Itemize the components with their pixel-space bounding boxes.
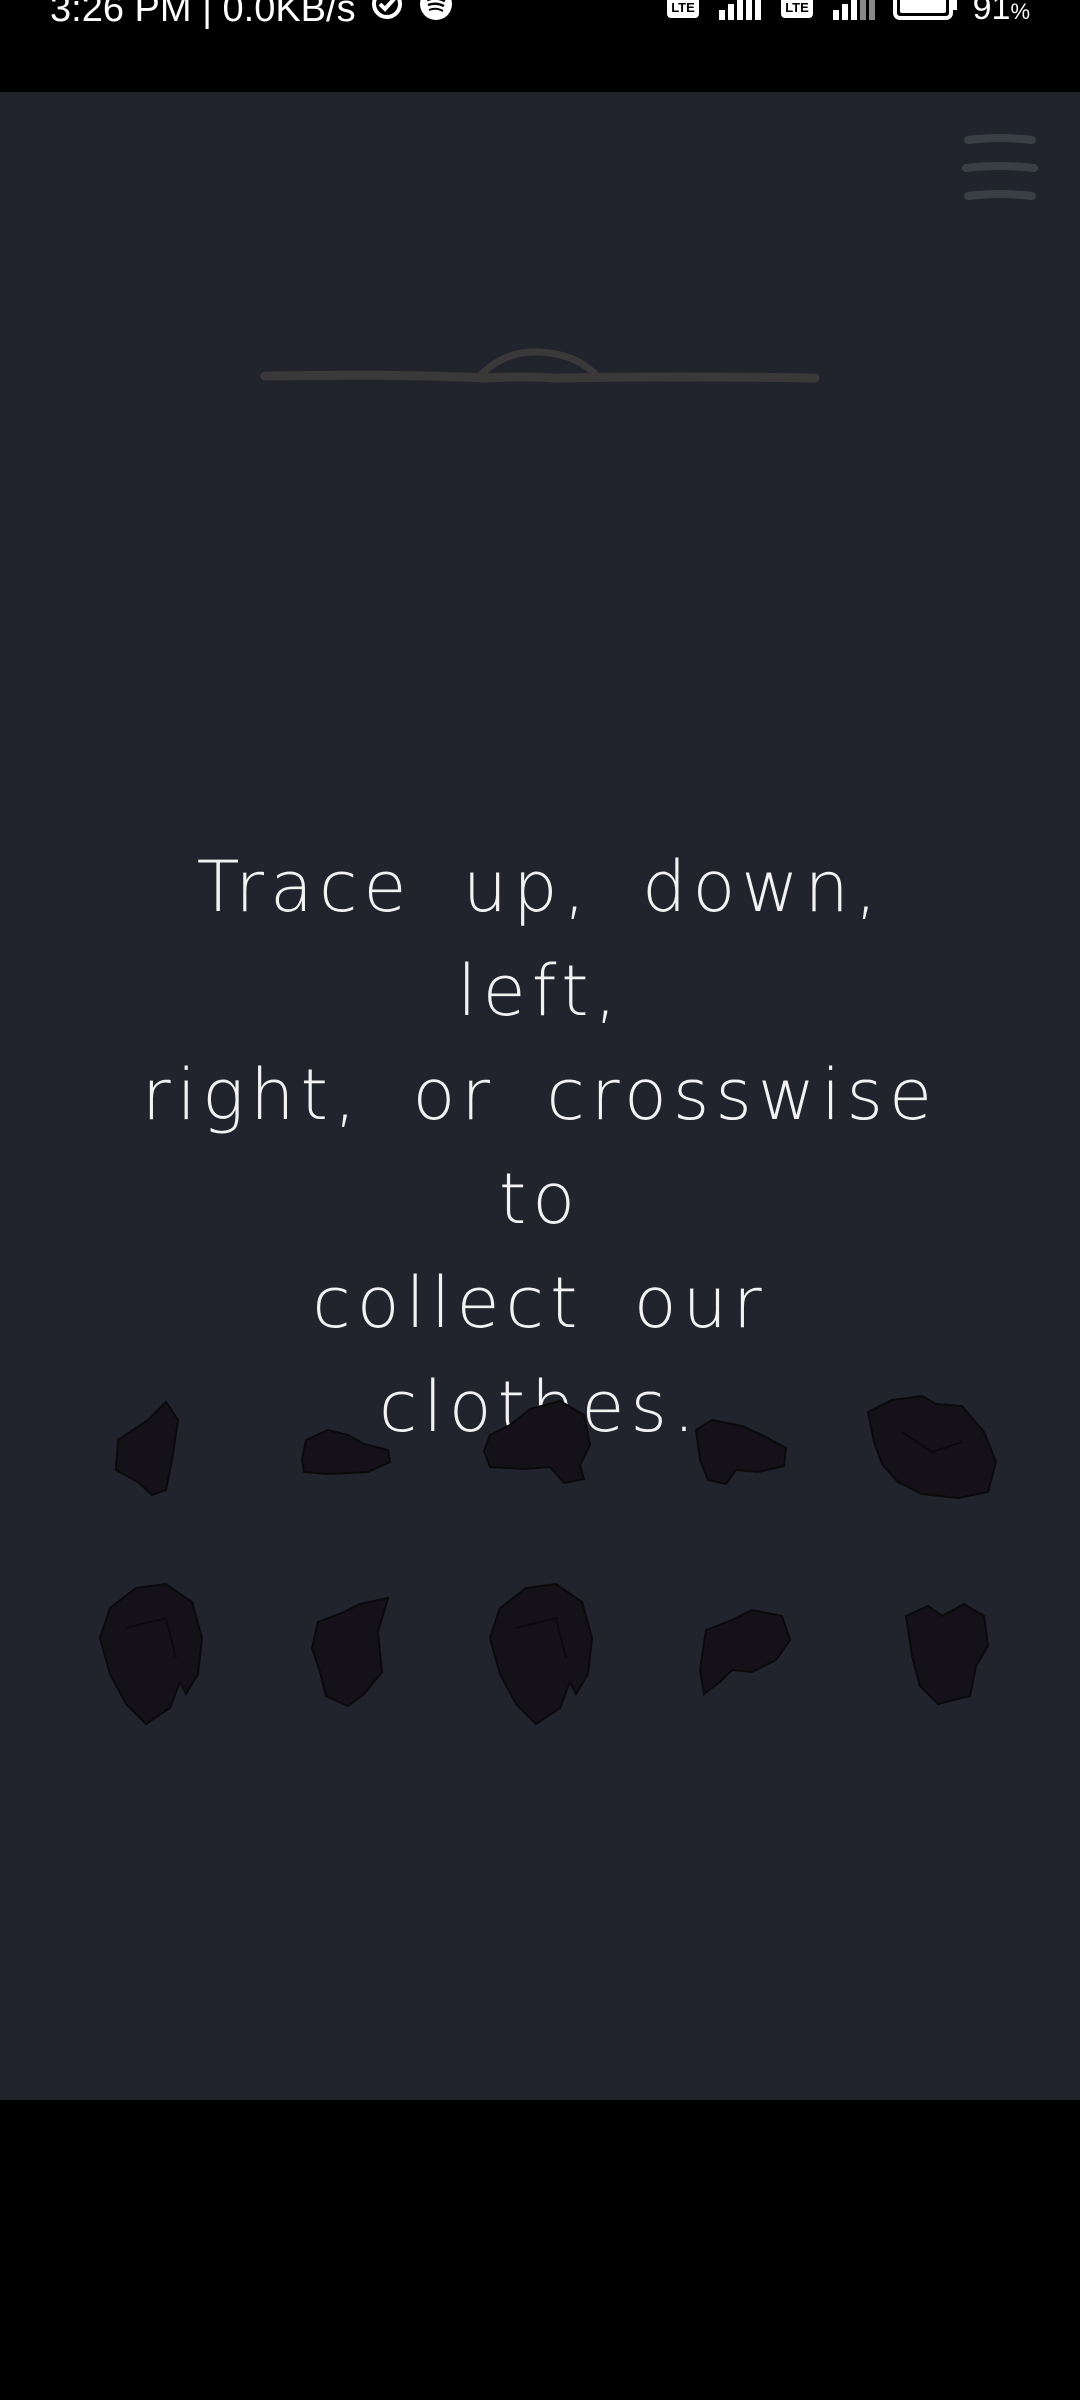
- status-left: 3:26 PM | 0.0KB/s: [50, 0, 454, 32]
- clothing-sock-icon: [694, 1418, 788, 1486]
- signal-strength-icon: [715, 0, 765, 31]
- menu-button[interactable]: [960, 128, 1040, 208]
- clothing-sweater-icon: [482, 1399, 592, 1485]
- clothing-item[interactable]: [862, 1392, 998, 1502]
- hamburger-menu-icon: [962, 134, 1038, 200]
- svg-text:LTE: LTE: [671, 0, 695, 15]
- clothing-shirt-icon: [310, 1596, 390, 1708]
- app-screen: 3:26 PM | 0.0KB/s LTE LTE 91% Trace up, …: [0, 0, 1080, 2400]
- status-bar: 3:26 PM | 0.0KB/s LTE LTE 91%: [0, 0, 1080, 92]
- clothing-pile-icon: [866, 1394, 998, 1500]
- clothing-pants-icon: [698, 1608, 792, 1696]
- lte-icon: LTE: [665, 0, 701, 31]
- clothing-item[interactable]: [298, 1410, 398, 1480]
- battery-icon: [892, 0, 959, 31]
- status-time-speed: 3:26 PM | 0.0KB/s: [50, 0, 356, 30]
- clothing-shirt-icon: [114, 1400, 180, 1497]
- spotify-icon: [418, 0, 454, 32]
- instruction-line: right, or crosswise to: [141, 1054, 939, 1240]
- lte-icon: LTE: [779, 0, 815, 31]
- battery-percent: 91: [972, 0, 1011, 27]
- clothing-item[interactable]: [898, 1596, 992, 1708]
- clothing-item[interactable]: [486, 1578, 598, 1728]
- clothes-grid: [0, 1370, 1080, 1740]
- status-right: LTE LTE 91%: [665, 0, 1030, 31]
- check-circle-icon: [370, 0, 404, 31]
- clothing-item[interactable]: [692, 1410, 790, 1486]
- svg-text:LTE: LTE: [785, 0, 809, 15]
- instruction-line: Trace up, down, left,: [196, 846, 884, 1032]
- clothing-item[interactable]: [96, 1578, 208, 1728]
- clothing-jacket-icon: [488, 1582, 594, 1726]
- clothing-item[interactable]: [308, 1592, 392, 1712]
- battery-level: 91%: [973, 0, 1030, 28]
- battery-unit: %: [1010, 0, 1030, 24]
- clothing-item[interactable]: [108, 1400, 188, 1500]
- clothing-jacket-icon: [98, 1582, 204, 1726]
- bottom-bar: [0, 2100, 1080, 2400]
- clothing-item[interactable]: [480, 1395, 595, 1485]
- signal-strength-icon: [829, 0, 879, 31]
- hanger-icon: [255, 340, 825, 390]
- instruction-text: Trace up, down, left, right, or crosswis…: [140, 835, 940, 1459]
- clothing-item[interactable]: [692, 1600, 796, 1700]
- clothing-dress-icon: [904, 1602, 990, 1706]
- clothing-hat-icon: [300, 1428, 392, 1476]
